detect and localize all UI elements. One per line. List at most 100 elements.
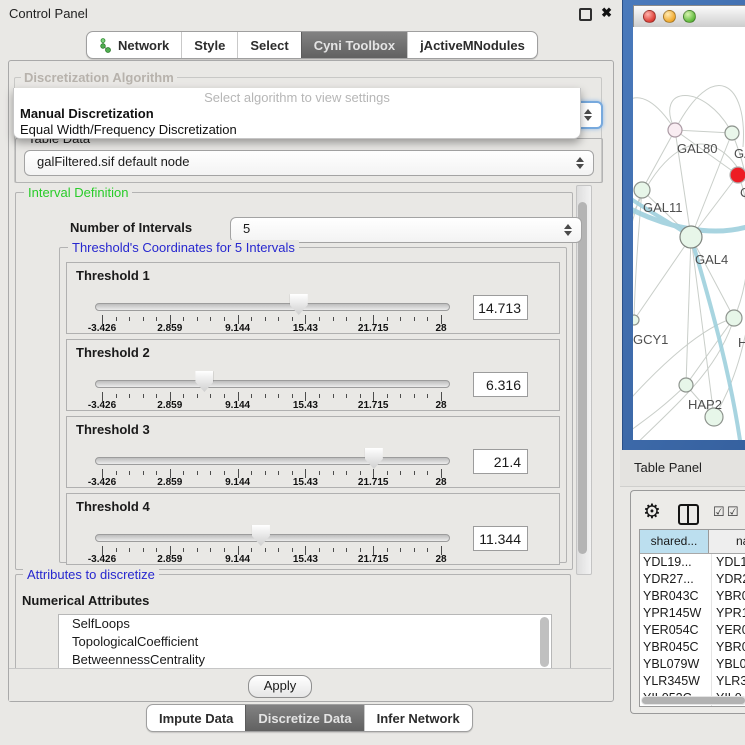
- threshold-value-field[interactable]: 6.316: [473, 372, 528, 397]
- cell-name[interactable]: YDL1: [712, 554, 745, 571]
- dropdown-placeholder-item[interactable]: Select algorithm to view settings: [14, 88, 580, 106]
- tick-mark: [224, 548, 225, 552]
- table-row[interactable]: YLR345WYLR3: [640, 673, 745, 690]
- tab-cyni-toolbox[interactable]: Cyni Toolbox: [301, 32, 407, 58]
- table-row[interactable]: YBR043CYBR0: [640, 588, 745, 605]
- combo-stepper-icon[interactable]: [576, 156, 585, 170]
- node-top-right[interactable]: [725, 126, 739, 140]
- cell-name[interactable]: YER0: [712, 622, 745, 639]
- tab-impute-data[interactable]: Impute Data: [147, 705, 245, 731]
- apply-button[interactable]: Apply: [248, 675, 312, 698]
- node-right-mid[interactable]: [726, 310, 742, 326]
- cell-name[interactable]: YBR0: [712, 588, 745, 605]
- table-horizontal-scrollbar[interactable]: [641, 696, 745, 705]
- tick-mark: [143, 548, 144, 552]
- cell-shared-name[interactable]: YER054C: [640, 622, 712, 639]
- cell-name[interactable]: YBL0: [712, 656, 745, 673]
- close-icon[interactable]: ✖: [601, 5, 612, 21]
- slider-thumb[interactable]: [365, 448, 383, 469]
- mac-minimize-button[interactable]: [663, 10, 676, 23]
- table-rows: YDL19...YDL1YDR27...YDR2YBR043CYBR0YPR14…: [640, 554, 745, 707]
- tab-jactivemnodules[interactable]: jActiveMNodules: [407, 32, 537, 58]
- tab-network[interactable]: Network: [87, 32, 181, 58]
- cell-shared-name[interactable]: YDL19...: [640, 554, 712, 571]
- tick-mark: [346, 317, 347, 321]
- slider-thumb[interactable]: [195, 371, 213, 392]
- table-row[interactable]: YPR145WYPR1: [640, 605, 745, 622]
- cyni-toolbox-panel: Discretization Algorithm Select algorith…: [8, 60, 614, 702]
- list-item-betweennesscentrality[interactable]: BetweennessCentrality: [59, 651, 551, 668]
- slider-track[interactable]: [95, 457, 450, 465]
- column-header-shared-name[interactable]: shared...: [640, 530, 709, 553]
- tab-select[interactable]: Select: [237, 32, 300, 58]
- columns-icon[interactable]: [678, 504, 699, 525]
- combo-stepper-icon[interactable]: [584, 108, 593, 122]
- slider-track[interactable]: [95, 534, 450, 542]
- slider-track[interactable]: [95, 380, 450, 388]
- mac-close-button[interactable]: [643, 10, 656, 23]
- attributes-group-title: Attributes to discretize: [23, 567, 159, 582]
- network-view-canvas[interactable]: GAL80 GA C GAL11 GAL4 GCY1 H HAP2: [633, 27, 745, 440]
- gear-icon[interactable]: ⚙: [643, 499, 661, 524]
- tab-discretize-data[interactable]: Discretize Data: [245, 705, 363, 731]
- tick-mark: [278, 394, 279, 398]
- network-window-titlebar[interactable]: [633, 5, 745, 29]
- tab-style[interactable]: Style: [181, 32, 237, 58]
- thresholds-group-title: Threshold's Coordinates for 5 Intervals: [68, 240, 299, 255]
- checkbox-select-all-icon[interactable]: ☑: [713, 504, 725, 520]
- cell-name[interactable]: YDR2: [712, 571, 745, 588]
- cell-shared-name[interactable]: YDR27...: [640, 571, 712, 588]
- cell-name[interactable]: YBR0: [712, 639, 745, 656]
- tick-label: 28: [435, 400, 446, 411]
- tick-mark: [251, 394, 252, 398]
- list-item-topologicalcoefficient[interactable]: TopologicalCoefficient: [59, 633, 551, 651]
- numerical-attributes-list[interactable]: SelfLoops TopologicalCoefficient Between…: [58, 614, 552, 668]
- table-row[interactable]: YDL19...YDL1: [640, 554, 745, 571]
- dropdown-item-equal-width-frequency[interactable]: Equal Width/Frequency Discretization: [14, 122, 580, 138]
- cell-name[interactable]: YPR1: [712, 605, 745, 622]
- cell-shared-name[interactable]: YBR045C: [640, 639, 712, 656]
- checkbox-select-icon[interactable]: ☑: [727, 504, 739, 520]
- tick-label: 21.715: [358, 477, 389, 488]
- thresholds-group: Threshold's Coordinates for 5 Intervals …: [59, 247, 567, 563]
- tick-mark: [414, 394, 415, 398]
- cell-name[interactable]: YLR3: [712, 673, 745, 690]
- node-red-selected[interactable]: [730, 167, 745, 183]
- table-data-combobox[interactable]: galFiltered.sif default node: [24, 150, 594, 176]
- table-row[interactable]: YBR045CYBR0: [640, 639, 745, 656]
- table-row[interactable]: YDR27...YDR2: [640, 571, 745, 588]
- cell-shared-name[interactable]: YLR345W: [640, 673, 712, 690]
- scrollbar-thumb[interactable]: [578, 202, 587, 554]
- threshold-value-field[interactable]: 21.4: [473, 449, 528, 474]
- cell-shared-name[interactable]: YBR043C: [640, 588, 712, 605]
- slider-track[interactable]: [95, 303, 450, 311]
- slider-thumb[interactable]: [290, 294, 308, 315]
- list-scrollbar-thumb[interactable]: [540, 617, 549, 667]
- node-gcy1[interactable]: [633, 315, 639, 325]
- threshold-value-field[interactable]: 11.344: [473, 526, 528, 551]
- tab-infer-network[interactable]: Infer Network: [364, 705, 472, 731]
- cell-shared-name[interactable]: YBL079W: [640, 656, 712, 673]
- cell-shared-name[interactable]: YPR145W: [640, 605, 712, 622]
- node-gal80[interactable]: [668, 123, 682, 137]
- node-gal11[interactable]: [634, 182, 650, 198]
- mac-zoom-button[interactable]: [683, 10, 696, 23]
- node-label-gcy1: GCY1: [633, 332, 668, 347]
- tick-label: 28: [435, 554, 446, 565]
- float-window-icon[interactable]: [579, 8, 592, 21]
- table-row[interactable]: YER054CYER0: [640, 622, 745, 639]
- table-row[interactable]: YBL079WYBL0: [640, 656, 745, 673]
- column-header-name[interactable]: na: [709, 530, 745, 553]
- threshold-value-field[interactable]: 14.713: [473, 295, 528, 320]
- panel-vertical-scrollbar[interactable]: [576, 185, 592, 575]
- node-gal4[interactable]: [680, 226, 702, 248]
- node-hap2[interactable]: [679, 378, 693, 392]
- spinner-stepper-icon[interactable]: [564, 223, 573, 237]
- dropdown-item-manual-discretization[interactable]: Manual Discretization: [14, 106, 580, 122]
- slider-thumb[interactable]: [252, 525, 270, 546]
- tick-mark: [427, 394, 428, 398]
- tick-mark: [156, 317, 157, 321]
- scrollbar-thumb[interactable]: [642, 697, 745, 704]
- tick-mark: [116, 317, 117, 321]
- list-item-selfloops[interactable]: SelfLoops: [59, 615, 551, 633]
